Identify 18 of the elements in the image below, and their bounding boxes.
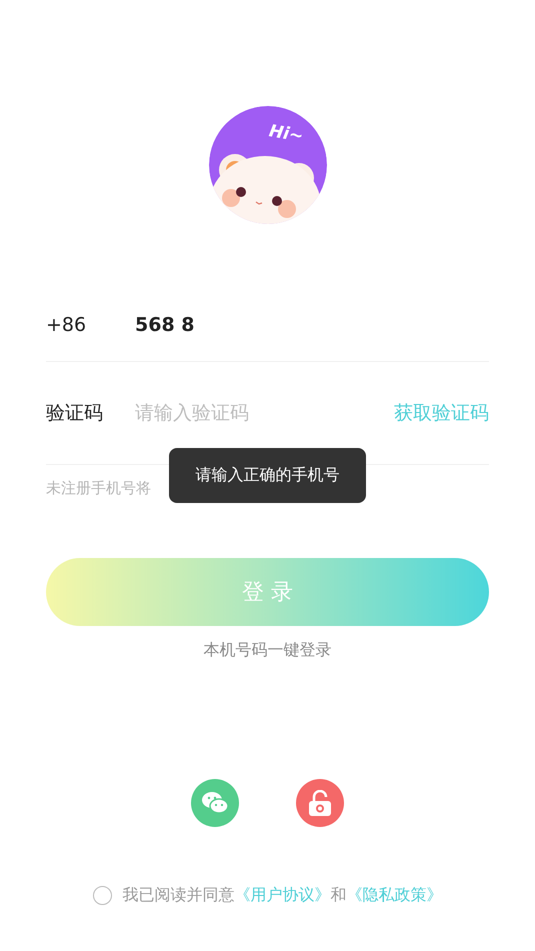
chat-bubbles-icon — [201, 791, 229, 815]
code-label: 验证码 — [46, 401, 104, 426]
privacy-policy-link[interactable]: 《隐私政策》 — [346, 885, 442, 906]
hint-text: 未注册手机号将 — [46, 479, 152, 498]
unlocked-padlock-icon — [308, 790, 332, 816]
and-text: 和 — [330, 885, 346, 906]
country-code[interactable]: +86 — [46, 314, 135, 336]
agree-radio[interactable] — [92, 886, 112, 905]
toast: 请输入正确的手机号 — [169, 448, 366, 503]
user-agreement-link[interactable]: 《用户协议》 — [234, 885, 330, 906]
greeting-text: Hi~ — [267, 121, 304, 147]
one-click-login-link[interactable]: 本机号码一键登录 — [204, 640, 332, 661]
wechat-button[interactable] — [191, 779, 239, 827]
agreement-text: 我已阅读并同意 — [122, 885, 234, 906]
get-code-button[interactable]: 获取验证码 — [394, 400, 489, 426]
login-button[interactable]: 登 录 — [46, 558, 489, 626]
unlock-button[interactable] — [296, 779, 344, 827]
phone-number-field[interactable]: 568 8 — [135, 314, 194, 336]
